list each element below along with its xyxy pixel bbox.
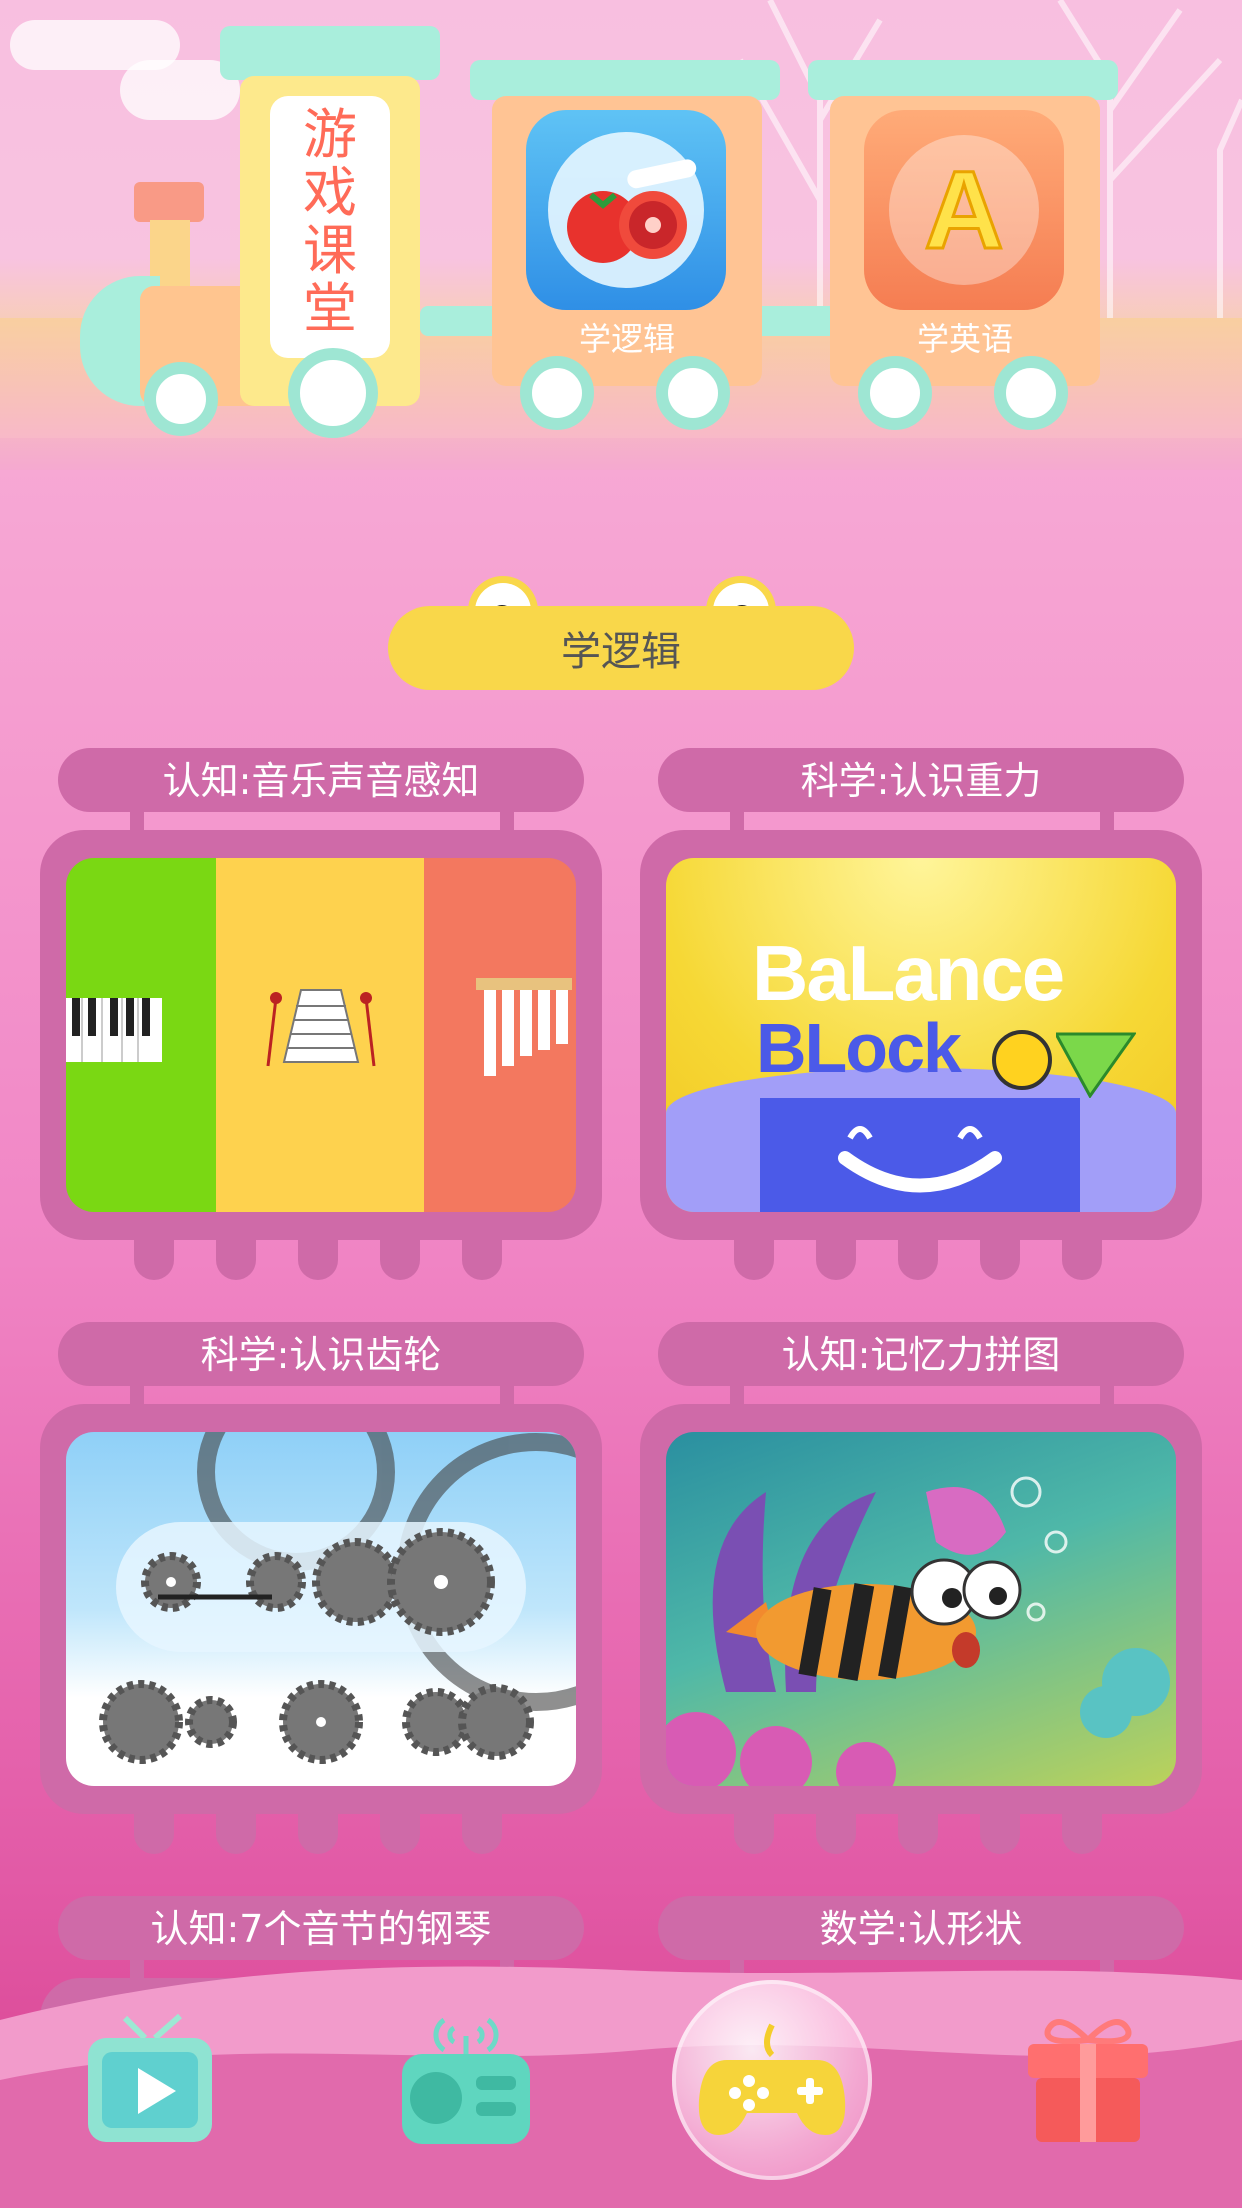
card-tooth: [462, 1232, 502, 1280]
yellow-ball: [992, 1030, 1052, 1090]
game-title: 认知:记忆力拼图: [658, 1322, 1184, 1386]
section-title: 学逻辑: [388, 606, 854, 690]
locomotive-roof: [220, 26, 440, 80]
nav-video[interactable]: [80, 2010, 220, 2150]
chimney: [134, 182, 204, 222]
card-tooth: [380, 1232, 420, 1280]
tomato-icon[interactable]: [526, 110, 726, 310]
wheel: [288, 348, 378, 438]
card-tooth: [980, 1232, 1020, 1280]
xylophone-panel: [216, 858, 424, 1212]
letter-a-icon[interactable]: A: [864, 110, 1064, 310]
banner-title-char: 游: [303, 103, 357, 166]
nav-games[interactable]: [672, 1980, 872, 2180]
game-card[interactable]: 科学:认识重力 BaLance BLock: [640, 748, 1202, 1288]
game-thumbnail-gears[interactable]: [66, 1432, 576, 1786]
card-tooth: [734, 1232, 774, 1280]
card-tooth: [462, 1806, 502, 1854]
card-tooth: [898, 1232, 938, 1280]
card-tooth: [216, 1232, 256, 1280]
balance-art-line2: BLock: [756, 1009, 962, 1087]
card-tooth: [816, 1232, 856, 1280]
card-tooth: [898, 1806, 938, 1854]
wheel: [520, 356, 594, 430]
train-car-logic[interactable]: 学逻辑: [470, 60, 790, 430]
game-thumbnail-balance-block[interactable]: BaLance BLock: [666, 858, 1176, 1212]
card-tooth: [216, 1806, 256, 1854]
card-tooth: [734, 1806, 774, 1854]
wheel: [656, 356, 730, 430]
card-tooth: [816, 1806, 856, 1854]
banner-title-char: 课: [303, 219, 357, 282]
radio-icon: [402, 2017, 530, 2144]
tomato-icon-art: [548, 132, 704, 288]
card-tooth: [1062, 1806, 1102, 1854]
green-triangle: [1056, 1032, 1136, 1098]
banner-title-char: 戏: [303, 161, 357, 224]
fish-art: [666, 1476, 1170, 1786]
game-title: 数学:认形状: [658, 1896, 1184, 1960]
card-tooth: [298, 1232, 338, 1280]
nav-gift[interactable]: [1018, 2010, 1158, 2150]
xylophone-icon: [266, 989, 376, 1067]
game-card[interactable]: 认知:记忆力拼图: [640, 1322, 1202, 1862]
gift-icon: [1028, 2019, 1148, 2142]
piano-keys-icon: [66, 998, 162, 1062]
card-tooth: [980, 1806, 1020, 1854]
wind-chimes-icon: [476, 978, 572, 1076]
banner-title-char: 堂: [303, 277, 357, 340]
balance-art-line1: BaLance: [752, 929, 1065, 1017]
chimes-panel: [424, 858, 576, 1212]
card-tooth: [380, 1806, 420, 1854]
game-title: 科学:认识齿轮: [58, 1322, 584, 1386]
wheel: [144, 362, 218, 436]
gamepad-icon: [698, 2023, 846, 2135]
smiling-block: [760, 1098, 1080, 1212]
piano-panel: [66, 858, 216, 1212]
game-card[interactable]: 认知:音乐声音感知: [40, 748, 602, 1288]
train-locomotive: 游 戏 课 堂: [80, 20, 440, 440]
nav-radio[interactable]: [396, 2010, 536, 2150]
letter-a-bubble: A: [889, 135, 1039, 285]
car-label: 学英语: [916, 320, 1013, 358]
card-tooth: [298, 1806, 338, 1854]
wheel: [858, 356, 932, 430]
car-label: 学逻辑: [578, 320, 675, 358]
gears-art: [99, 1432, 576, 1764]
game-title: 认知:音乐声音感知: [58, 748, 584, 812]
game-card[interactable]: 科学:认识齿轮: [40, 1322, 602, 1862]
train-banner: 游 戏 课 堂 学逻辑 A 学英语: [0, 0, 1242, 470]
smile-face-icon: [838, 1126, 1002, 1193]
tv-icon: [88, 2013, 212, 2142]
car-roof: [470, 60, 780, 100]
card-tooth: [1062, 1232, 1102, 1280]
card-tooth: [134, 1806, 174, 1854]
game-title: 科学:认识重力: [658, 748, 1184, 812]
train-car-english[interactable]: A 学英语: [808, 60, 1128, 430]
wheel: [994, 356, 1068, 430]
letter-a-glyph: A: [923, 147, 1005, 273]
car-roof: [808, 60, 1118, 100]
banner-title: 游 戏 课 堂: [270, 96, 390, 358]
card-tooth: [134, 1232, 174, 1280]
game-thumbnail-music[interactable]: [66, 858, 576, 1212]
game-title: 认知:7个音节的钢琴: [58, 1896, 584, 1960]
game-thumbnail-memory-puzzle[interactable]: [666, 1432, 1176, 1786]
